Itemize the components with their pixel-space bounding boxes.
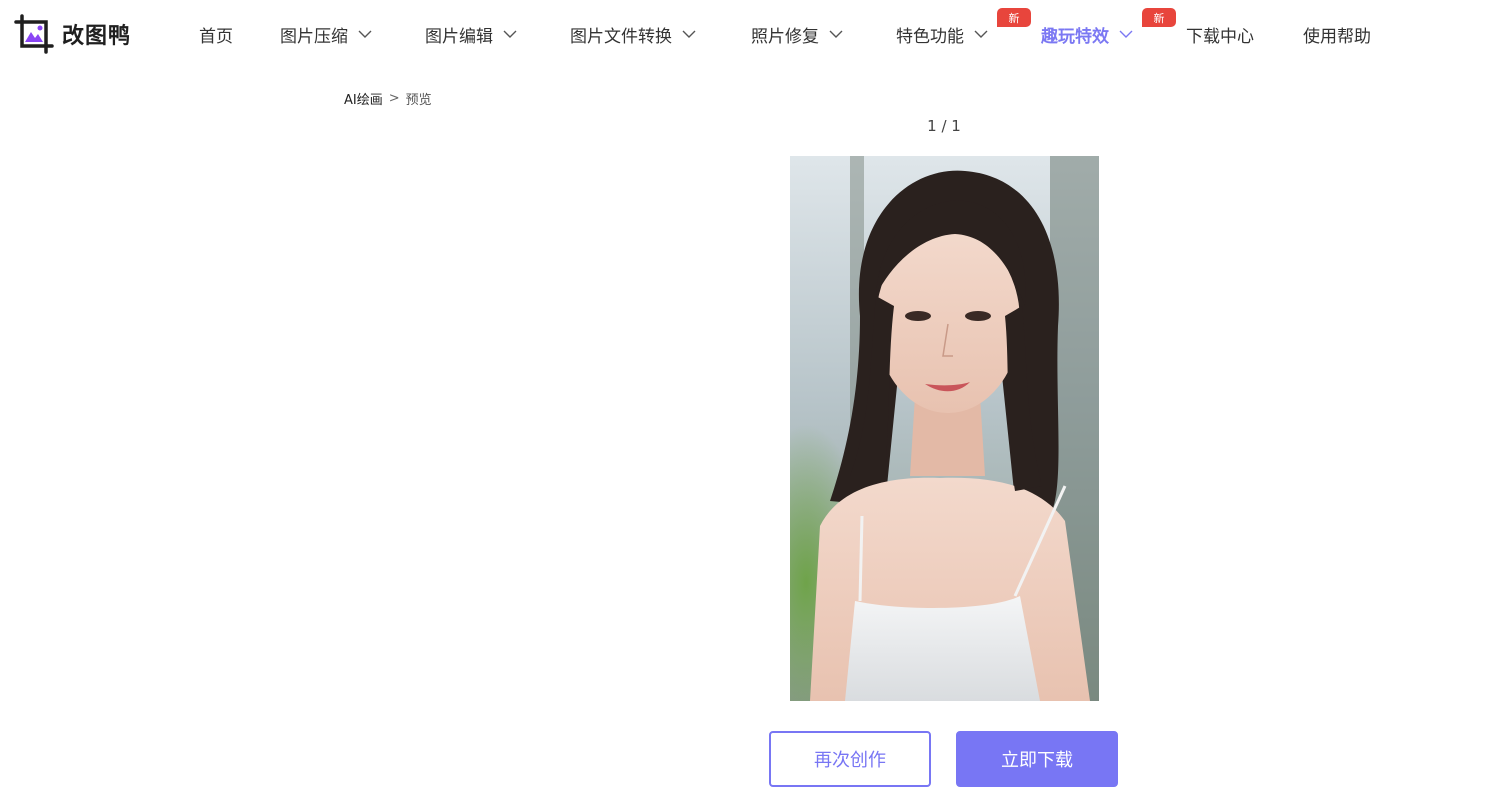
page-indicator: 1 / 1 (927, 117, 961, 135)
top-navigation-bar: 改图鸭 首页 图片压缩 图片编辑 图片文件转换 照片修复 特色功能 新 趣玩特效… (0, 0, 1507, 68)
nav-item-file-convert[interactable]: 图片文件转换 (570, 22, 696, 47)
chevron-down-icon (1119, 30, 1133, 38)
nav-item-download-center[interactable]: 下载中心 (1186, 22, 1254, 47)
generated-portrait-image (790, 156, 1099, 701)
nav-item-label: 特色功能 (896, 26, 964, 47)
brand-name: 改图鸭 (62, 24, 132, 49)
chevron-down-icon (358, 30, 372, 38)
nav-item-label: 使用帮助 (1303, 26, 1371, 47)
recreate-button[interactable]: 再次创作 (769, 731, 931, 787)
new-badge: 新 (997, 8, 1031, 27)
chevron-down-icon (682, 30, 696, 38)
chevron-down-icon (503, 30, 517, 38)
new-badge: 新 (1142, 8, 1176, 27)
chevron-down-icon (829, 30, 843, 38)
nav-item-label: 趣玩特效 (1041, 26, 1109, 47)
download-now-button[interactable]: 立即下载 (956, 731, 1118, 787)
chevron-down-icon (974, 30, 988, 38)
breadcrumb-separator: > (388, 91, 400, 106)
nav-item-label: 照片修复 (751, 26, 819, 47)
breadcrumb: AI绘画 > 预览 (344, 89, 432, 108)
nav-item-special-features[interactable]: 特色功能 (896, 22, 988, 47)
nav-item-photo-restore[interactable]: 照片修复 (751, 22, 843, 47)
nav-item-image-edit[interactable]: 图片编辑 (425, 22, 517, 47)
nav-item-image-compress[interactable]: 图片压缩 (280, 22, 372, 47)
nav-item-home[interactable]: 首页 (199, 22, 233, 47)
nav-item-help[interactable]: 使用帮助 (1303, 22, 1371, 47)
brand-logo[interactable]: 改图鸭 (14, 14, 131, 54)
nav-item-fun-effects[interactable]: 趣玩特效 (1041, 22, 1133, 47)
nav-item-label: 图片文件转换 (570, 26, 672, 47)
nav-item-label: 下载中心 (1186, 26, 1254, 47)
photo-frame-logo-icon (14, 14, 54, 54)
nav-item-label: 图片压缩 (280, 26, 348, 47)
breadcrumb-ai-painting-link[interactable]: AI绘画 (344, 89, 383, 108)
breadcrumb-current: 预览 (405, 93, 432, 108)
nav-item-label: 图片编辑 (425, 26, 493, 47)
nav-item-label: 首页 (199, 26, 233, 47)
